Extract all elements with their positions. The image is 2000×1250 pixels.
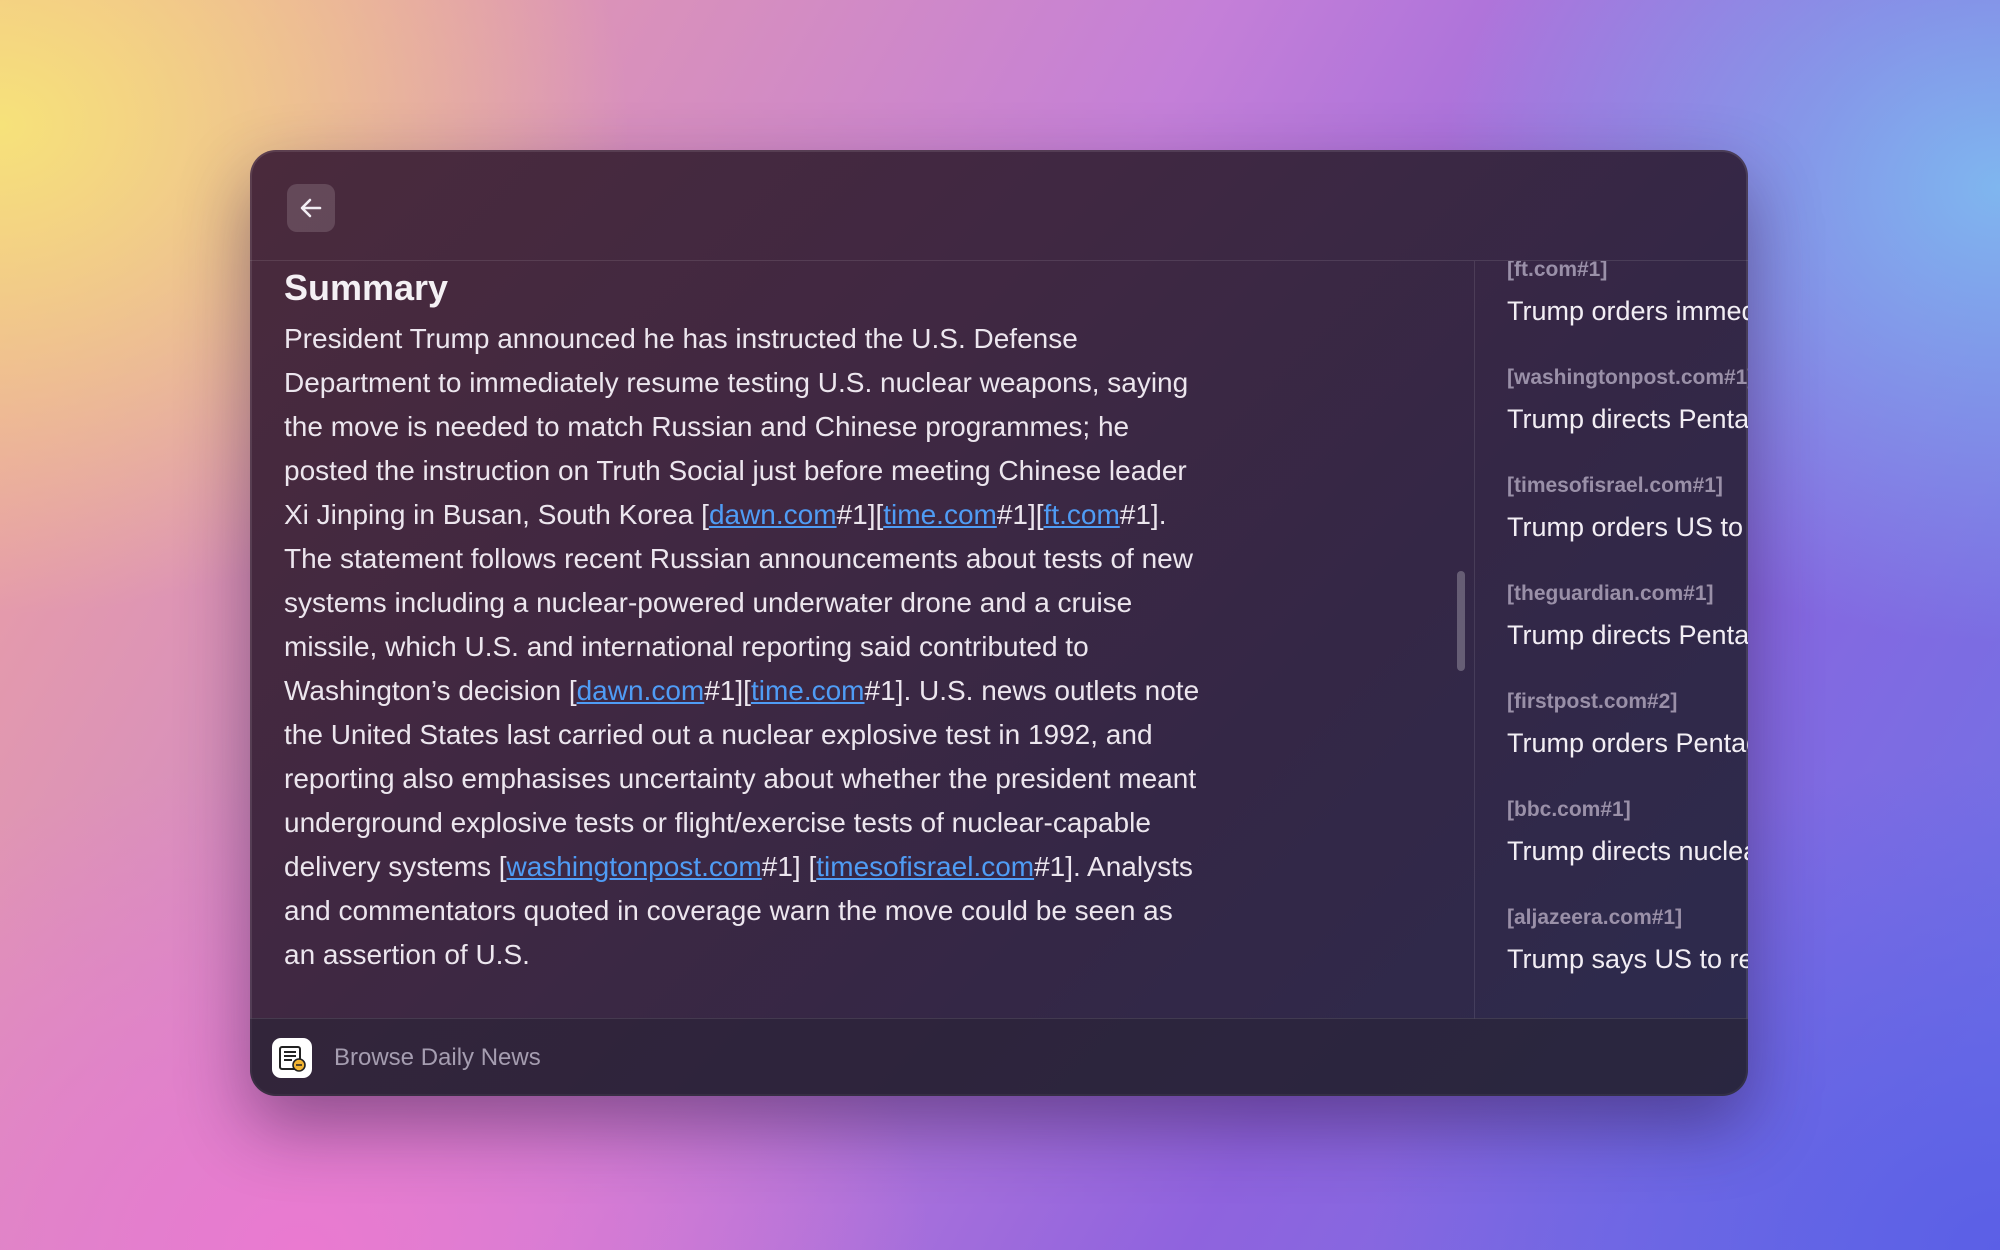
source-title[interactable]: Trump says US to resume nucl... (1507, 944, 1748, 975)
header-bar (250, 150, 1748, 261)
source-item[interactable]: [washingtonpost.com#1] Trump directs Pent… (1507, 366, 1748, 466)
citation-link[interactable]: ft.com (1044, 499, 1120, 530)
source-item[interactable]: [timesofisrael.com#1] Trump orders US to … (1507, 474, 1748, 574)
source-title[interactable]: Trump orders immediate resu... (1507, 296, 1748, 327)
source-tag: [washingtonpost.com#1] (1507, 366, 1748, 389)
footer-bar: Browse Daily News (250, 1018, 1748, 1096)
source-tag: [aljazeera.com#1] (1507, 906, 1683, 929)
source-tag: [ft.com#1] (1507, 261, 1608, 281)
source-tag: [timesofisrael.com#1] (1507, 474, 1723, 497)
citation-link[interactable]: dawn.com (709, 499, 837, 530)
citation-link[interactable]: time.com (751, 675, 865, 706)
source-title[interactable]: Trump directs Pentagon to test... (1507, 404, 1748, 435)
summary-text-segment: #1][ (996, 499, 1044, 530)
source-item[interactable]: [bbc.com#1] Trump directs nuclear weapon.… (1507, 798, 1748, 898)
source-tag: [theguardian.com#1] (1507, 582, 1714, 605)
citation-link[interactable]: timesofisrael.com (816, 851, 1034, 882)
source-item[interactable]: [firstpost.com#2] Trump orders Pentagon t… (1507, 690, 1748, 790)
sources-list[interactable]: [ft.com#1] Trump orders immediate resu...… (1475, 261, 1748, 1019)
newspaper-icon (272, 1038, 312, 1078)
summary-scrollbar[interactable] (1457, 571, 1465, 671)
source-title[interactable]: Trump orders US to restart nuc... (1507, 512, 1748, 543)
citation-link[interactable]: washingtonpost.com (507, 851, 762, 882)
back-button[interactable] (287, 184, 335, 232)
summary-text: President Trump announced he has instruc… (284, 317, 1204, 977)
source-title[interactable]: Trump directs nuclear weapon... (1507, 836, 1748, 867)
source-title[interactable]: Trump directs Pentagon to mat... (1507, 620, 1748, 651)
citation-link[interactable]: time.com (883, 499, 997, 530)
summary-text-segment: #1][ (704, 675, 751, 706)
app-name-label: Browse Daily News (334, 1044, 541, 1071)
citation-link[interactable]: dawn.com (577, 675, 705, 706)
app-window: Summary President Trump announced he has… (250, 150, 1748, 1096)
summary-text-segment: #1][ (836, 499, 884, 530)
source-tag: [bbc.com#1] (1507, 798, 1631, 821)
source-item[interactable]: [ft.com#1] Trump orders immediate resu... (1507, 261, 1748, 358)
arrow-left-icon (300, 198, 322, 218)
source-tag: [firstpost.com#2] (1507, 690, 1678, 713)
source-item[interactable]: [aljazeera.com#1] Trump says US to resume… (1507, 906, 1748, 1006)
summary-text-segment: #1] [ (761, 851, 817, 882)
source-item[interactable]: [theguardian.com#1] Trump directs Pentago… (1507, 582, 1748, 682)
summary-title: Summary (284, 267, 449, 308)
source-title[interactable]: Trump orders Pentagon to 'im... (1507, 728, 1748, 759)
